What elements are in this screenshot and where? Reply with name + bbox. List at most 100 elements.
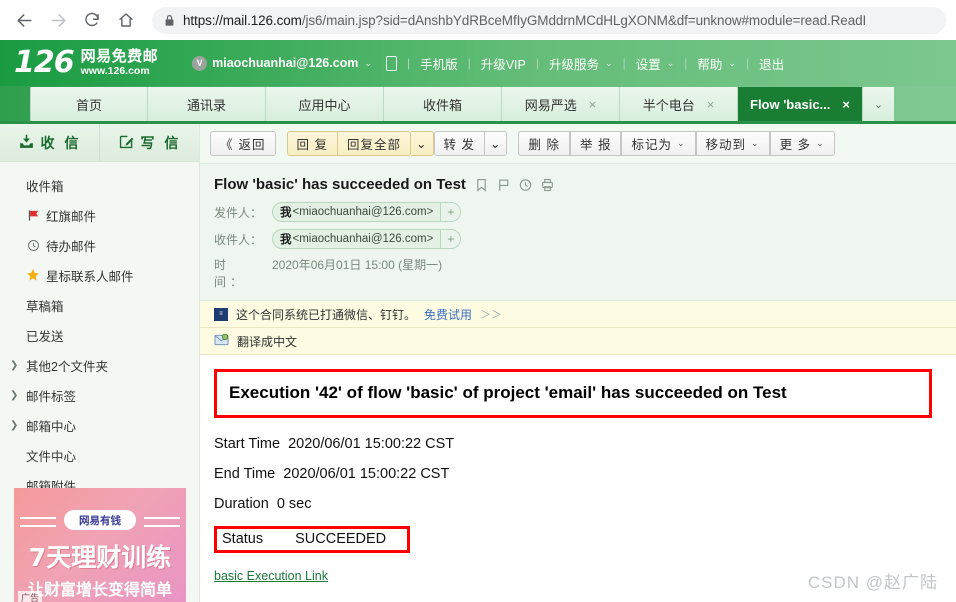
mail-header-block: Flow 'basic' has succeeded on Test 发件人： … <box>200 164 956 301</box>
tab-home[interactable]: 首页 <box>30 87 148 121</box>
chevron-down-icon[interactable]: ⌄ <box>605 58 613 69</box>
tab-inbox[interactable]: 收件箱 <box>384 87 502 121</box>
divider: | <box>745 56 750 70</box>
brand-logo[interactable]: 126 网易免费邮 www.126.com <box>14 48 158 78</box>
add-contact-plus-icon[interactable]: + <box>440 230 461 248</box>
reply-dropdown-chevron-down-icon[interactable]: ⌄ <box>411 131 434 156</box>
chevron-down-icon: ⌄ <box>676 138 686 148</box>
home-icon[interactable] <box>112 6 140 34</box>
from-address-chip[interactable]: 我 <miaochuanhai@126.com> + <box>272 202 462 222</box>
start-time-row: Start Time 2020/06/01 15:00:22 CST <box>214 436 956 452</box>
tab-label: Flow 'basic... <box>750 96 831 112</box>
url-path: /js6/main.jsp?sid=dAnshbYdRBceMfIyGMddrn… <box>301 12 867 28</box>
tab-label: 应用中心 <box>298 97 351 113</box>
back-button[interactable]: 《 返回 <box>210 131 276 156</box>
sidebar-item-label: 待办邮件 <box>46 239 97 254</box>
back-arrow-icon[interactable] <box>10 6 38 34</box>
blue-square-ad-icon: ≡ <box>214 307 228 321</box>
tab-contacts[interactable]: 通讯录 <box>148 87 266 121</box>
tab-label: 半个电台 <box>642 97 695 113</box>
header-link-vip[interactable]: 升级VIP <box>481 54 526 73</box>
flag-icon[interactable] <box>497 178 510 192</box>
sidebar-item-starred-contacts[interactable]: 星标联系人邮件 <box>0 260 199 290</box>
add-contact-plus-icon[interactable]: + <box>440 203 461 221</box>
delete-button[interactable]: 删 除 <box>518 131 570 156</box>
header-link-mobile[interactable]: 手机版 <box>420 54 458 73</box>
tab-overflow-chevron-down-icon[interactable]: ⌄ <box>861 87 894 121</box>
forward-button[interactable]: 转 发 <box>433 131 485 156</box>
user-email-label[interactable]: miaochuanhai@126.com <box>212 56 358 70</box>
close-icon[interactable]: × <box>842 97 850 112</box>
sidebar-item-other-folders[interactable]: ❯ 其他2个文件夹 <box>0 350 199 380</box>
header-link-upgrade-service[interactable]: 升级服务 <box>549 54 599 73</box>
print-icon[interactable] <box>541 178 554 192</box>
to-address-chip[interactable]: 我 <miaochuanhai@126.com> + <box>272 229 462 249</box>
tab-label: 通讯录 <box>186 97 226 113</box>
compose-mail-button[interactable]: 写 信 <box>99 124 199 161</box>
header-link-help[interactable]: 帮助 <box>697 54 722 73</box>
chevron-down-icon: ⌄ <box>751 138 760 148</box>
sidebar-item-mailbox-center[interactable]: ❯ 邮箱中心 <box>0 410 199 440</box>
sidebar-item-label: 草稿箱 <box>26 299 64 314</box>
lock-icon <box>164 14 175 27</box>
sidebar-item-flagged[interactable]: 红旗邮件 <box>0 200 199 230</box>
duration-label: Duration <box>214 496 269 512</box>
tab-label: 收件箱 <box>422 97 462 113</box>
tab-app-center[interactable]: 应用中心 <box>266 87 384 121</box>
bookmark-icon[interactable] <box>475 178 488 192</box>
sidebar-advertisement[interactable]: 网易有钱 7天理财训练 让财富增长变得简单 广告 <box>14 488 186 602</box>
chevron-right-icon[interactable]: ❯ <box>10 360 18 371</box>
reply-all-button[interactable]: 回复全部 <box>338 131 412 156</box>
header-link-settings[interactable]: 设置 <box>636 54 661 73</box>
chevron-down-icon[interactable]: ⌄ <box>364 58 372 69</box>
sidebar-item-label: 文件中心 <box>26 449 77 464</box>
reload-icon[interactable] <box>78 6 106 34</box>
ad-brand-pill: 网易有钱 <box>20 510 180 530</box>
promo-trial-link[interactable]: 免费试用 <box>424 306 472 323</box>
forward-arrow-icon[interactable] <box>44 6 72 34</box>
clock-icon <box>26 239 40 252</box>
chevron-right-icon[interactable]: ❯ <box>10 420 18 431</box>
reply-button[interactable]: 回 复 <box>286 131 339 156</box>
translate-notice-bar[interactable]: 翻译成中文 <box>200 328 956 355</box>
tab-flow-basic[interactable]: Flow 'basic... × <box>738 87 862 121</box>
address-bar[interactable]: https://mail.126.com/js6/main.jsp?sid=dA… <box>152 6 946 34</box>
chevron-down-icon[interactable]: ⌄ <box>728 58 736 69</box>
sidebar-item-label: 已发送 <box>26 329 64 344</box>
sidebar-item-drafts[interactable]: 草稿箱 <box>0 290 199 320</box>
promo-notice-bar[interactable]: ≡ 这个合同系统已打通微信、钉钉。 免费试用 ＞＞ <box>200 301 956 328</box>
close-icon[interactable]: × <box>589 97 597 112</box>
sidebar-item-inbox[interactable]: 收件箱 <box>0 170 199 200</box>
chevron-down-icon[interactable]: ⌄ <box>667 58 675 69</box>
logo-url: www.126.com <box>80 64 150 77</box>
close-icon[interactable]: × <box>707 97 715 112</box>
more-button[interactable]: 更 多 ⌄ <box>769 131 835 156</box>
tab-yanxuan[interactable]: 网易严选 × <box>502 87 620 121</box>
report-button[interactable]: 举 报 <box>569 131 622 156</box>
sidebar-item-todo[interactable]: 待办邮件 <box>0 230 199 260</box>
move-to-button[interactable]: 移动到 ⌄ <box>695 131 770 156</box>
status-label: Status <box>222 531 264 547</box>
promo-arrows: ＞＞ <box>480 309 503 321</box>
clock-icon[interactable] <box>519 178 532 192</box>
sidebar-item-mail-tags[interactable]: ❯ 邮件标签 <box>0 380 199 410</box>
receive-mail-button[interactable]: 收 信 <box>0 124 99 161</box>
forward-dropdown-chevron-down-icon[interactable]: ⌄ <box>485 131 508 156</box>
execution-link[interactable]: basic Execution Link <box>214 569 328 583</box>
mobile-phone-icon[interactable] <box>385 55 397 71</box>
move-to-label: 移动到 <box>705 138 747 152</box>
sidebar-item-file-center[interactable]: 文件中心 <box>0 440 199 470</box>
mail-app-header: 126 网易免费邮 www.126.com V miaochuanhai@126… <box>0 40 956 86</box>
mark-as-button[interactable]: 标记为 ⌄ <box>621 131 696 156</box>
duration-row: Duration 0 sec <box>214 496 956 512</box>
header-link-logout[interactable]: 退出 <box>759 54 784 73</box>
sidebar-item-label: 其他2个文件夹 <box>26 359 108 374</box>
sidebar-item-sent[interactable]: 已发送 <box>0 320 199 350</box>
tab-radio[interactable]: 半个电台 × <box>620 87 738 121</box>
to-chip-text: 我 <miaochuanhai@126.com> <box>273 230 440 248</box>
sidebar: 收 信 写 信 收件箱 红旗邮件 待办邮件 星标联系人邮件 草稿箱 已发送 ❯ … <box>0 124 200 602</box>
date-row: 时 间： 2020年06月01日 15:00 (星期一) <box>214 256 956 290</box>
avatar: V <box>192 55 208 71</box>
receive-mail-label: 收 信 <box>40 134 82 151</box>
chevron-right-icon[interactable]: ❯ <box>10 390 18 401</box>
